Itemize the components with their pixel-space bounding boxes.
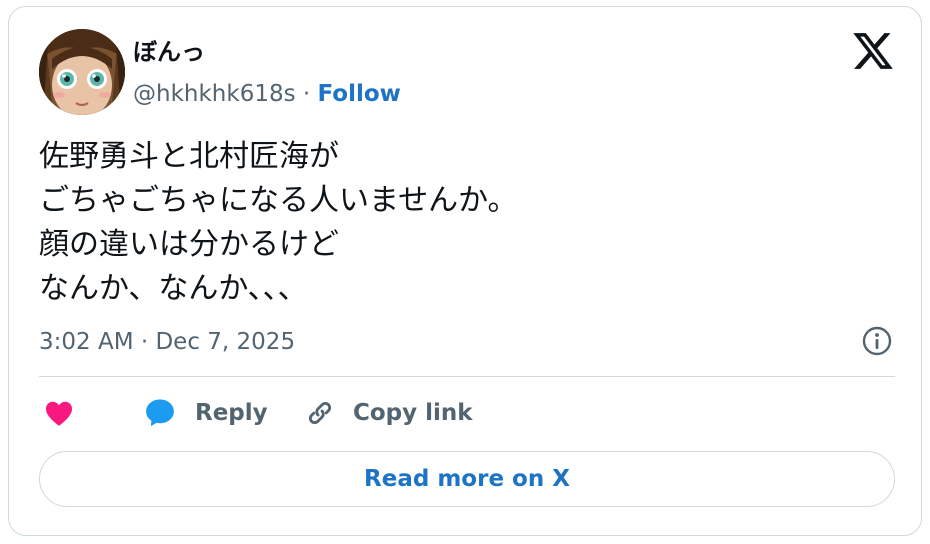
tweet-text: 佐野勇斗と北村匠海が ごちゃごちゃになる人いませんか。 顔の違いは分かるけど な… [39, 135, 899, 311]
heart-icon [45, 401, 73, 426]
speech-bubble-icon [146, 399, 174, 427]
copy-link-label: Copy link [353, 400, 473, 426]
reply-button[interactable]: Reply [143, 393, 268, 433]
author-handle[interactable]: @hkhkhk618s [133, 81, 296, 107]
link-icon [308, 401, 332, 425]
divider [39, 376, 895, 377]
like-button[interactable] [43, 393, 75, 433]
x-logo-icon[interactable] [851, 29, 895, 73]
embedded-tweet-card: ぼんっ @hkhkhk618s · Follow 佐野勇斗と北村匠海が ごちゃご… [8, 6, 922, 536]
tweet-text-line: 顔の違いは分かるけど [39, 227, 339, 262]
copy-link-button[interactable]: Copy link [303, 393, 473, 433]
read-more-label: Read more on X [364, 466, 570, 492]
info-icon[interactable] [861, 325, 893, 357]
author-handle-row: @hkhkhk618s · Follow [133, 79, 401, 109]
avatar-image [39, 29, 125, 115]
tweet-timestamp[interactable]: 3:02 AM · Dec 7, 2025 [39, 327, 295, 357]
reply-label: Reply [195, 400, 268, 426]
handle-separator: · [302, 81, 311, 107]
tweet-text-line: なんか、なんか､､､ [39, 271, 294, 306]
author-name[interactable]: ぼんっ [133, 37, 205, 67]
follow-link[interactable]: Follow [318, 81, 401, 107]
tweet-text-line: ごちゃごちゃになる人いませんか。 [39, 183, 518, 218]
tweet-text-line: 佐野勇斗と北村匠海が [39, 139, 339, 174]
avatar[interactable] [39, 29, 125, 115]
read-more-button[interactable]: Read more on X [39, 451, 895, 507]
